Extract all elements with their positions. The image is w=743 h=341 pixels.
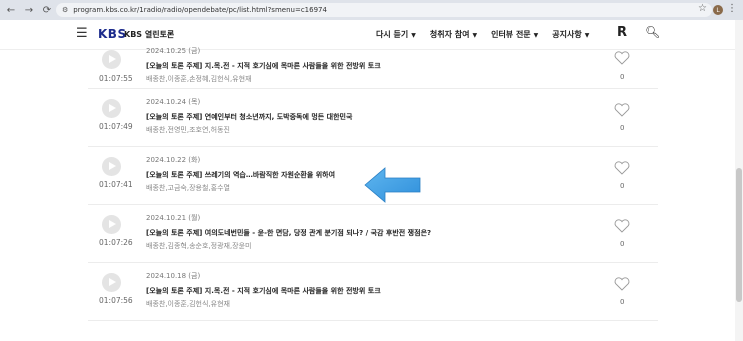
episode-title[interactable]: [오늘의 토론 주제] 쓰레기의 역습…바람직한 자원순환을 위하여 (146, 170, 335, 180)
main-menu: 다시 듣기 ▼ 청취자 참여 ▼ 인터뷰 전문 ▼ 공지사항 ▼ (376, 29, 589, 40)
like-count: 0 (620, 298, 625, 306)
forward-icon[interactable]: → (22, 3, 36, 17)
like-count: 0 (620, 240, 625, 248)
list-item[interactable]: 01:07:26 2024.10.21 (월) [오늘의 토론 주제] 여의도네… (88, 205, 658, 263)
episode-title[interactable]: [오늘의 토론 주제] 지.목.전 - 지적 호기심에 목마른 사람들을 위한 … (146, 286, 381, 296)
episode-date: 2024.10.21 (월) (146, 214, 201, 222)
list-item[interactable]: 01:07:49 2024.10.24 (목) [오늘의 토론 주제] 연예인부… (88, 89, 658, 147)
episode-title[interactable]: [오늘의 토론 주제] 여의도네번민들 - 윤-한 면담, 당정 관계 분기점 … (146, 228, 431, 238)
play-icon[interactable] (102, 157, 121, 176)
episode-duration: 01:07:26 (99, 238, 133, 247)
chevron-down-icon: ▼ (584, 32, 590, 39)
search-icon[interactable]: 🔍︎ (645, 25, 660, 39)
episode-date: 2024.10.24 (목) (146, 98, 201, 106)
play-icon[interactable] (102, 215, 121, 234)
episode-guests: 배종찬,김종혁,송순호,정광재,장윤미 (146, 242, 252, 250)
episode-guests: 배종찬,이종훈,김헌식,유현재 (146, 300, 230, 308)
list-item[interactable]: 01:07:56 2024.10.18 (금) [오늘의 토론 주제] 지.목.… (88, 263, 658, 321)
like-count: 0 (620, 73, 625, 81)
episode-guests: 배종찬,이종훈,손정혜,김헌식,유현재 (146, 75, 252, 83)
bookmark-star-icon[interactable]: ☆ (698, 3, 707, 14)
url-text: program.kbs.co.kr/1radio/radio/opendebat… (73, 6, 327, 14)
back-icon[interactable]: ← (4, 3, 18, 17)
episode-title[interactable]: [오늘의 토론 주제] 지.목.전 - 지적 호기심에 목마른 사람들을 위한 … (146, 61, 381, 71)
episode-title[interactable]: [오늘의 토론 주제] 연예인부터 청소년까지, 도박중독에 멍든 대한민국 (146, 112, 352, 122)
site-info-icon[interactable]: ⚙ (62, 6, 68, 14)
menu-item-listener[interactable]: 청취자 참여 ▼ (430, 29, 477, 40)
program-title[interactable]: KBS 열린토론 (124, 29, 174, 40)
episode-duration: 01:07:55 (99, 74, 133, 83)
user-icon[interactable]: R (617, 25, 627, 40)
episode-duration: 01:07:49 (99, 122, 133, 131)
episode-date: 2024.10.18 (금) (146, 272, 201, 280)
play-icon[interactable] (102, 99, 121, 118)
chevron-down-icon: ▼ (411, 32, 416, 39)
menu-item-replay[interactable]: 다시 듣기 ▼ (376, 29, 416, 40)
list-item[interactable]: 01:07:55 2024.10.25 (금) [오늘의 토론 주제] 지.목.… (88, 45, 658, 89)
play-icon[interactable] (102, 273, 121, 292)
like-count: 0 (620, 124, 625, 132)
annotation-arrow-icon (364, 167, 421, 203)
heart-icon[interactable] (614, 161, 630, 175)
play-icon[interactable] (102, 50, 121, 69)
episode-guests: 배종찬,고금숙,장용철,홍수열 (146, 184, 230, 192)
kbs-logo[interactable]: KBS (98, 27, 127, 41)
episode-date: 2024.10.25 (금) (146, 47, 201, 55)
menu-item-notice[interactable]: 공지사항 ▼ (552, 29, 589, 40)
browser-toolbar: ← → ⟳ ⚙ program.kbs.co.kr/1radio/radio/o… (0, 0, 743, 20)
chevron-down-icon: ▼ (533, 32, 539, 39)
episode-date: 2024.10.22 (화) (146, 156, 201, 164)
browser-menu-icon[interactable]: ⋮ (727, 3, 737, 14)
profile-avatar[interactable]: L (713, 5, 723, 15)
heart-icon[interactable] (614, 219, 630, 233)
scrollbar-thumb[interactable] (736, 168, 742, 302)
episode-duration: 01:07:41 (99, 180, 133, 189)
reload-icon[interactable]: ⟳ (40, 3, 54, 17)
hamburger-menu-icon[interactable]: ☰ (76, 26, 88, 41)
episode-guests: 배종찬,전영민,조호연,허동진 (146, 126, 230, 134)
heart-icon[interactable] (614, 51, 630, 65)
like-count: 0 (620, 182, 625, 190)
address-bar[interactable]: ⚙ program.kbs.co.kr/1radio/radio/opendeb… (56, 3, 712, 17)
heart-icon[interactable] (614, 277, 630, 291)
episode-duration: 01:07:56 (99, 296, 133, 305)
chevron-down-icon: ▼ (472, 32, 478, 39)
menu-item-interview[interactable]: 인터뷰 전문 ▼ (491, 29, 538, 40)
heart-icon[interactable] (614, 103, 630, 117)
